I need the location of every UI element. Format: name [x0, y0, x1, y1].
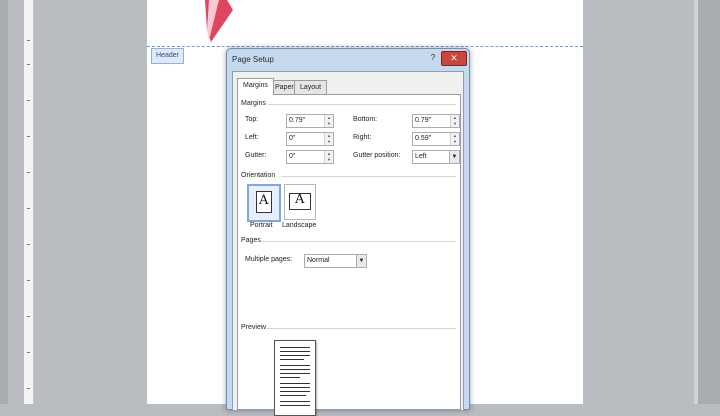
ruler-tick — [27, 64, 30, 65]
section-divider — [266, 328, 456, 329]
section-divider — [268, 104, 456, 105]
left-margin-field[interactable]: 0" ▲ ▼ — [286, 132, 334, 146]
bottom-margin-field[interactable]: 0.79" ▲ ▼ — [412, 114, 460, 128]
tab-layout[interactable]: Layout — [294, 80, 328, 94]
multiple-pages-dropdown[interactable]: Normal ▼ — [304, 254, 367, 268]
portrait-glyph: A — [259, 193, 269, 208]
section-divider — [281, 176, 456, 177]
ruler-tick — [27, 136, 30, 137]
left-label: Left: — [245, 134, 259, 141]
preview-text-line — [280, 405, 310, 406]
ruler-tick — [27, 280, 30, 281]
vertical-ruler[interactable] — [24, 0, 34, 404]
close-button[interactable]: ✕ — [441, 51, 467, 66]
bottom-margin-value: 0.79" — [415, 117, 432, 124]
header-tab[interactable]: Header — [151, 48, 184, 64]
ruler-tick — [27, 316, 30, 317]
dialog-title: Page Setup — [232, 55, 274, 64]
spin-down-icon[interactable]: ▼ — [326, 121, 332, 127]
multiple-pages-value: Normal — [307, 257, 330, 264]
preview-text-line — [280, 355, 310, 356]
orientation-section-label: Orientation — [241, 172, 276, 179]
section-divider — [262, 241, 456, 242]
right-margin-value: 0.59" — [415, 135, 432, 142]
logo-graphic — [205, 0, 233, 42]
preview-text-line — [280, 373, 310, 374]
landscape-option[interactable]: A — [284, 184, 316, 220]
bottom-label: Bottom: — [353, 116, 378, 123]
preview-text-line — [280, 383, 310, 384]
left-margin-value: 0" — [289, 135, 296, 142]
preview-text-line — [280, 347, 310, 348]
portrait-option[interactable]: A — [247, 184, 281, 222]
top-margin-field[interactable]: 0.79" ▲ ▼ — [286, 114, 334, 128]
page-setup-dialog: Page Setup ? ✕ Margins Paper Layout Marg… — [226, 48, 470, 416]
dialog-titlebar[interactable]: Page Setup ? ✕ — [227, 49, 469, 69]
dialog-body: Margins Paper Layout Margins Top: 0.79" … — [232, 71, 464, 416]
ruler-tick — [27, 388, 30, 389]
gutter-position-value: Left — [415, 153, 427, 160]
gutter-label: Gutter: — [245, 152, 267, 159]
ruler-tick — [27, 100, 30, 101]
right-label: Right: — [353, 134, 372, 141]
preview-section-label: Preview — [241, 324, 266, 331]
pages-section-label: Pages — [241, 237, 261, 244]
gutter-value: 0" — [289, 153, 296, 160]
tab-margins[interactable]: Margins — [237, 78, 274, 95]
preview-text-line — [280, 359, 304, 360]
gutter-field[interactable]: 0" ▲ ▼ — [286, 150, 334, 164]
top-label: Top: — [245, 116, 259, 123]
window-right-edge — [698, 0, 720, 404]
right-margin-field[interactable]: 0.59" ▲ ▼ — [412, 132, 460, 146]
multiple-pages-label: Multiple pages: — [245, 256, 293, 263]
preview-text-line — [280, 391, 310, 392]
preview-text-line — [280, 365, 310, 366]
gutter-position-dropdown[interactable]: Left ▼ — [412, 150, 460, 164]
landscape-glyph: A — [295, 192, 305, 207]
top-margin-value: 0.79" — [289, 117, 306, 124]
ruler-tick — [27, 40, 30, 41]
ruler-tick — [27, 244, 30, 245]
ruler-tick — [27, 172, 30, 173]
header-boundary-line — [147, 46, 583, 47]
help-button[interactable]: ? — [427, 52, 439, 64]
gutter-position-label: Gutter position: — [353, 152, 401, 159]
ruler-tick — [27, 352, 30, 353]
spin-down-icon[interactable]: ▼ — [452, 121, 458, 127]
preview-text-line — [280, 377, 300, 378]
portrait-label: Portrait — [250, 222, 273, 229]
window-left-edge — [0, 0, 8, 404]
ruler-tick — [27, 208, 30, 209]
landscape-label: Landscape — [282, 222, 317, 229]
chevron-down-icon[interactable]: ▼ — [449, 151, 459, 163]
preview-text-line — [280, 401, 310, 402]
page-preview — [274, 340, 316, 416]
chevron-down-icon[interactable]: ▼ — [356, 255, 366, 267]
preview-text-line — [280, 351, 310, 352]
margins-tab-panel: Margins Top: 0.79" ▲ ▼ Bottom: 0.79" ▲ ▼ L… — [237, 94, 461, 416]
spin-down-icon[interactable]: ▼ — [452, 139, 458, 145]
preview-text-line — [280, 369, 310, 370]
preview-text-line — [280, 387, 310, 388]
spin-down-icon[interactable]: ▼ — [326, 157, 332, 163]
margins-section-label: Margins — [241, 100, 266, 107]
spin-down-icon[interactable]: ▼ — [326, 139, 332, 145]
preview-text-line — [280, 395, 306, 396]
